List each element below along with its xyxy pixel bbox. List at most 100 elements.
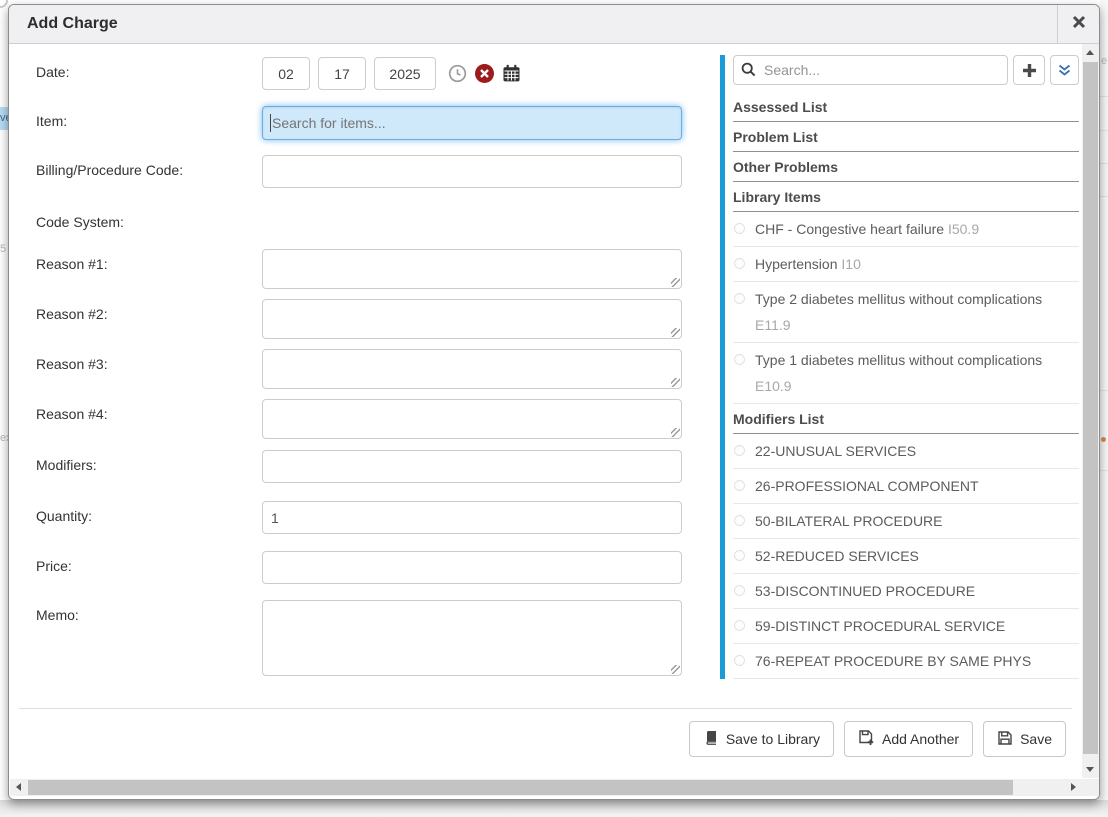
collapse-all-button[interactable] [1050,55,1079,85]
radio-circle-icon [734,515,745,526]
section-header-assessed-list: Assessed List [733,92,1079,122]
save-plus-icon [858,729,875,749]
item-label: Item: [36,113,67,129]
library-item[interactable]: Type 2 diabetes mellitus without complic… [733,282,1079,343]
horizontal-scrollbar-thumb[interactable] [28,780,1013,795]
item-name: CHF - Congestive heart failure [755,221,944,237]
radio-circle-icon [734,258,745,269]
page-background-bottom [0,800,1108,817]
billing-code-input[interactable] [262,155,682,188]
button-label: Add Another [882,731,959,747]
library-item[interactable]: CHF - Congestive heart failure I50.9 [733,212,1079,247]
background-dot [1101,437,1106,442]
date-day-input[interactable] [318,57,366,90]
search-icon [741,62,756,77]
radio-circle-icon [734,354,745,365]
radio-circle-icon [734,293,745,304]
horizontal-scrollbar[interactable] [10,779,1082,796]
dialog-title: Add Charge [9,5,118,43]
double-chevron-down-icon [1058,64,1071,77]
add-item-button[interactable] [1013,55,1045,85]
add-another-button[interactable]: Add Another [844,721,973,757]
clock-icon[interactable] [448,64,467,83]
page-background-right: e [1100,0,1108,800]
library-item[interactable]: Type 1 diabetes mellitus without complic… [733,343,1079,404]
library-item[interactable]: Hypertension I10 [733,247,1079,282]
radio-circle-icon [734,620,745,631]
close-button[interactable] [1057,5,1099,43]
item-code: E11.9 [755,317,791,333]
background-highlight-fragment: ve [0,107,8,130]
quantity-label: Quantity: [36,508,92,524]
item-name: 53-DISCONTINUED PROCEDURE [755,583,975,599]
close-icon [1072,15,1086,34]
plus-icon [1022,63,1037,78]
radio-circle-icon [734,445,745,456]
quantity-input[interactable] [262,501,682,534]
modifier-item[interactable]: 52-REDUCED SERVICES [733,539,1079,574]
calendar-icon[interactable] [502,64,521,83]
background-text-fragment: e [1101,55,1107,67]
item-code: I50.9 [948,221,979,237]
scroll-left-arrow[interactable] [16,783,21,791]
modifiers-label: Modifiers: [36,457,97,473]
scrollbar-corner [1082,779,1099,796]
item-name: Hypertension [755,256,838,272]
clear-date-icon[interactable] [475,64,494,83]
reason3-label: Reason #3: [36,356,108,372]
save-button[interactable]: Save [983,721,1066,757]
radio-circle-icon [734,655,745,666]
modifier-item[interactable]: 53-DISCONTINUED PROCEDURE [733,574,1079,609]
book-icon [703,730,719,749]
section-header-other-problems: Other Problems [733,152,1079,182]
button-label: Save [1020,731,1052,747]
item-search-input[interactable] [262,106,682,140]
save-to-library-button[interactable]: Save to Library [689,721,834,757]
sidebar-search-input[interactable] [733,55,1008,85]
section-header-modifiers-list: Modifiers List [733,404,1079,434]
reason3-textarea[interactable] [262,349,682,389]
radio-circle-icon [734,585,745,596]
price-label: Price: [36,558,72,574]
section-header-problem-list: Problem List [733,122,1079,152]
item-name: 50-BILATERAL PROCEDURE [755,513,943,529]
modifier-item[interactable]: 76-REPEAT PROCEDURE BY SAME PHYS [733,644,1079,679]
memo-textarea[interactable] [262,600,682,676]
background-text-fragment: 5 [0,243,6,255]
price-input[interactable] [262,551,682,584]
dialog-body: Date: [9,44,1099,799]
modifier-item[interactable]: 22-UNUSUAL SERVICES [733,434,1079,469]
radio-circle-icon [734,480,745,491]
item-name: 26-PROFESSIONAL COMPONENT [755,478,979,494]
date-year-input[interactable] [374,57,436,90]
reason2-textarea[interactable] [262,299,682,339]
code-system-label: Code System: [36,214,124,230]
date-label: Date: [36,64,69,80]
date-month-input[interactable] [262,57,310,90]
item-name: Type 2 diabetes mellitus without complic… [755,291,1042,307]
billing-code-label: Billing/Procedure Code: [36,162,183,178]
footer-divider [19,708,1072,709]
reason1-textarea[interactable] [262,249,682,289]
memo-label: Memo: [36,607,79,623]
dialog-header: Add Charge [9,5,1099,44]
reason4-label: Reason #4: [36,406,108,422]
scroll-up-arrow[interactable] [1086,50,1094,55]
reason4-textarea[interactable] [262,399,682,439]
modifier-item[interactable]: 59-DISTINCT PROCEDURAL SERVICE [733,609,1079,644]
text-caret [270,114,271,132]
vertical-scrollbar[interactable] [1082,44,1099,778]
scroll-down-arrow[interactable] [1086,767,1094,772]
scroll-right-arrow[interactable] [1071,783,1076,791]
radio-circle-icon [734,550,745,561]
reason2-label: Reason #2: [36,306,108,322]
modifier-item[interactable]: 50-BILATERAL PROCEDURE [733,504,1079,539]
modifier-item[interactable]: 26-PROFESSIONAL COMPONENT [733,469,1079,504]
modifiers-input[interactable] [262,450,682,483]
radio-circle-icon [734,223,745,234]
clinical-lists-panel: Assessed List Problem List Other Problem… [720,55,1079,679]
save-icon [997,730,1013,749]
item-code: I10 [841,256,860,272]
button-label: Save to Library [726,731,820,747]
vertical-scrollbar-thumb[interactable] [1083,62,1098,754]
